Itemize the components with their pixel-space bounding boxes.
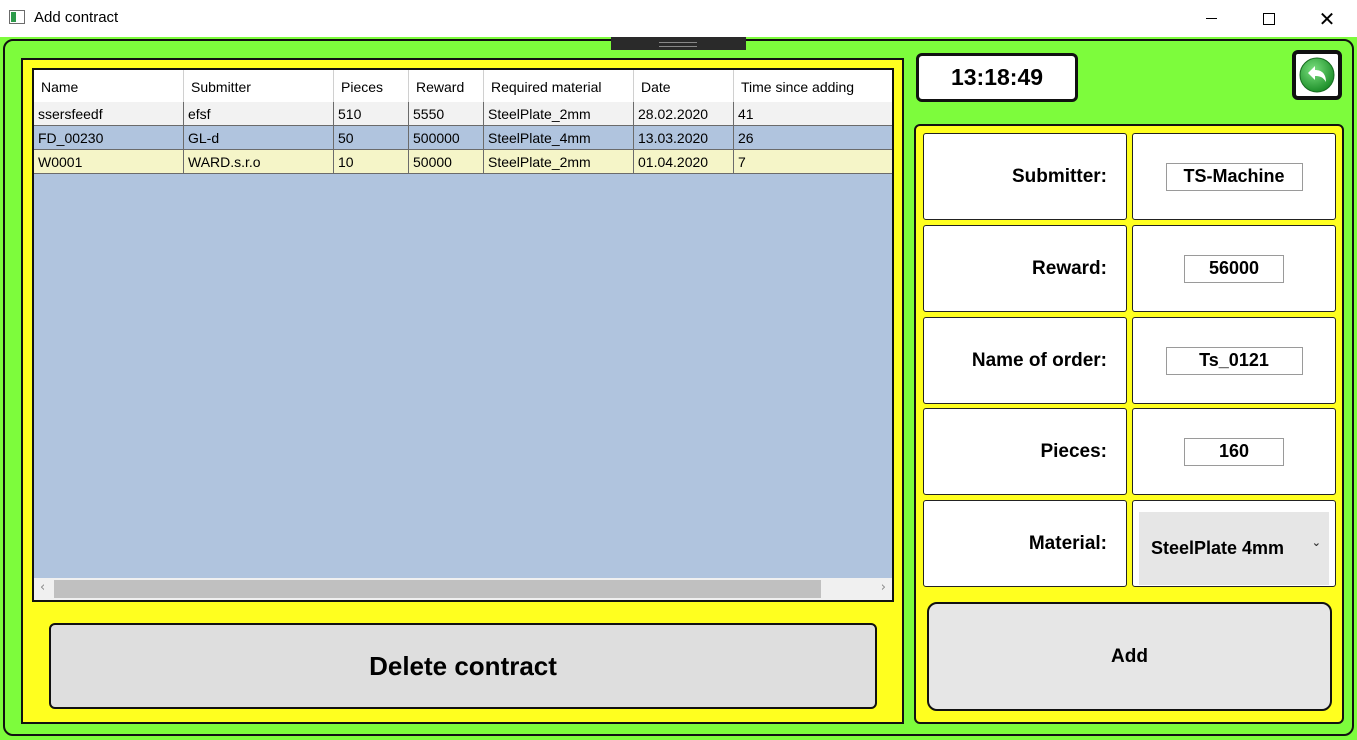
cell-required-material: SteelPlate_2mm <box>484 102 634 126</box>
cell-submitter: efsf <box>184 102 334 126</box>
table-row[interactable]: FD_00230 GL-d 50 500000 SteelPlate_4mm 1… <box>34 126 892 150</box>
cell-required-material: SteelPlate_2mm <box>484 150 634 174</box>
minimize-button[interactable] <box>1182 0 1240 37</box>
cell-submitter: GL-d <box>184 126 334 150</box>
cell-time-since-adding: 7 <box>734 150 892 174</box>
add-button[interactable]: Add <box>927 602 1332 711</box>
cell-name: FD_00230 <box>34 126 184 150</box>
pieces-cell: 160 <box>1132 408 1336 495</box>
column-header-required-material[interactable]: Required material <box>484 70 634 102</box>
pieces-input[interactable]: 160 <box>1184 437 1284 466</box>
material-selected-value: SteelPlate 4mm <box>1151 538 1285 558</box>
column-header-date[interactable]: Date <box>634 70 734 102</box>
name-of-order-input[interactable]: Ts_0121 <box>1165 346 1303 375</box>
app-icon <box>9 10 25 24</box>
back-button[interactable] <box>1292 50 1342 100</box>
close-icon: ✕ <box>1318 6 1336 31</box>
column-header-time-since-adding[interactable]: Time since adding <box>734 70 892 102</box>
cell-time-since-adding: 41 <box>734 102 892 126</box>
table-row[interactable]: ssersfeedf efsf 510 5550 SteelPlate_2mm … <box>34 102 892 126</box>
chevron-down-icon: ⌄ <box>1311 536 1321 549</box>
column-header-submitter[interactable]: Submitter <box>184 70 334 102</box>
cell-pieces: 50 <box>334 126 409 150</box>
window-title: Add contract <box>34 9 119 26</box>
grid-header: Name Submitter Pieces Reward Required ma… <box>34 70 892 103</box>
pieces-label: Pieces: <box>923 408 1127 495</box>
clock-display: 13:18:49 <box>916 53 1078 102</box>
cell-reward: 50000 <box>409 150 484 174</box>
submitter-label: Submitter: <box>923 133 1127 220</box>
cell-pieces: 510 <box>334 102 409 126</box>
cell-date: 28.02.2020 <box>634 102 734 126</box>
material-label: Material: <box>923 500 1127 587</box>
cell-submitter: WARD.s.r.o <box>184 150 334 174</box>
scrollbar-thumb[interactable] <box>54 580 821 598</box>
table-row[interactable]: W0001 WARD.s.r.o 10 50000 SteelPlate_2mm… <box>34 150 892 174</box>
scroll-right-icon[interactable]: › <box>881 580 886 595</box>
cell-required-material: SteelPlate_4mm <box>484 126 634 150</box>
cell-reward: 500000 <box>409 126 484 150</box>
column-header-reward[interactable]: Reward <box>409 70 484 102</box>
cell-name: ssersfeedf <box>34 102 184 126</box>
name-of-order-label: Name of order: <box>923 317 1127 404</box>
maximize-button[interactable] <box>1240 0 1298 37</box>
name-of-order-cell: Ts_0121 <box>1132 317 1336 404</box>
cell-date: 13.03.2020 <box>634 126 734 150</box>
submitter-input[interactable]: TS-Machine <box>1165 162 1303 191</box>
delete-contract-button[interactable]: Delete contract <box>49 623 877 709</box>
close-button[interactable]: ✕ <box>1298 0 1356 37</box>
contracts-grid[interactable]: Name Submitter Pieces Reward Required ma… <box>32 68 894 602</box>
cell-time-since-adding: 26 <box>734 126 892 150</box>
cell-name: W0001 <box>34 150 184 174</box>
scroll-left-icon[interactable]: ‹ <box>40 580 45 595</box>
submitter-cell: TS-Machine <box>1132 133 1336 220</box>
column-header-pieces[interactable]: Pieces <box>334 70 409 102</box>
drag-handle[interactable] <box>611 37 746 50</box>
maximize-icon <box>1263 12 1275 25</box>
minimize-icon <box>1205 18 1217 19</box>
material-dropdown[interactable]: SteelPlate 4mm ⌄ <box>1139 512 1329 585</box>
cell-date: 01.04.2020 <box>634 150 734 174</box>
reward-cell: 56000 <box>1132 225 1336 312</box>
horizontal-scrollbar[interactable]: ‹ › <box>34 578 892 600</box>
title-bar: Add contract ✕ <box>0 0 1357 37</box>
reward-input[interactable]: 56000 <box>1184 254 1284 283</box>
cell-reward: 5550 <box>409 102 484 126</box>
column-header-name[interactable]: Name <box>34 70 184 102</box>
reward-label: Reward: <box>923 225 1127 312</box>
cell-pieces: 10 <box>334 150 409 174</box>
back-arrow-icon <box>1299 57 1335 93</box>
